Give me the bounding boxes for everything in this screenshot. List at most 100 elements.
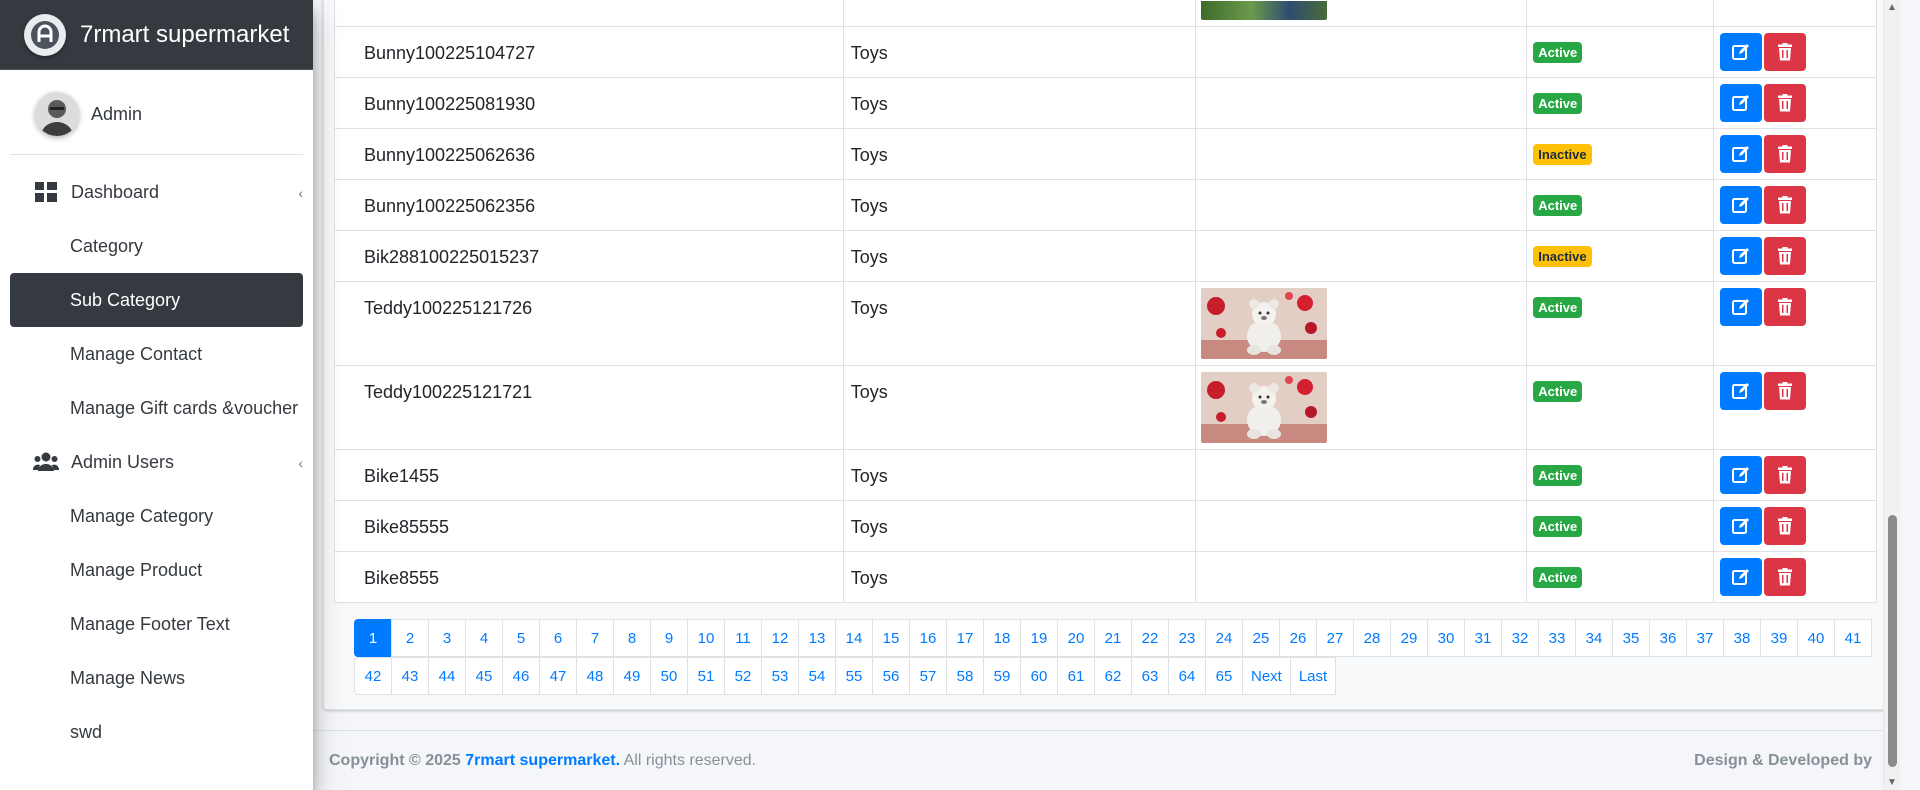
pagination-page-link[interactable]: 56 xyxy=(872,657,910,695)
status-badge[interactable]: Active xyxy=(1533,381,1583,402)
pagination-page-link[interactable]: 55 xyxy=(835,657,873,695)
edit-button[interactable] xyxy=(1720,456,1763,494)
pagination-page-link[interactable]: 13 xyxy=(798,619,836,657)
edit-button[interactable] xyxy=(1720,372,1763,410)
pagination-page-link[interactable]: 28 xyxy=(1353,619,1391,657)
pagination-page-link[interactable]: 9 xyxy=(650,619,688,657)
pagination-page-link[interactable]: 39 xyxy=(1760,619,1798,657)
pagination-page-link[interactable]: 6 xyxy=(539,619,577,657)
sidebar-item-manage-product[interactable]: Manage Product xyxy=(10,543,303,597)
delete-button[interactable] xyxy=(1764,372,1807,410)
delete-button[interactable] xyxy=(1764,84,1807,122)
pagination-page-link[interactable]: 38 xyxy=(1723,619,1761,657)
status-badge[interactable]: Inactive xyxy=(1533,144,1592,165)
brand-link[interactable]: 7rmart supermarket xyxy=(0,0,313,70)
delete-button[interactable] xyxy=(1764,135,1807,173)
pagination-page-link[interactable]: 21 xyxy=(1094,619,1132,657)
delete-button[interactable] xyxy=(1764,33,1807,71)
edit-button[interactable] xyxy=(1720,237,1763,275)
pagination-page-link[interactable]: 10 xyxy=(687,619,725,657)
pagination-page-link[interactable]: 16 xyxy=(909,619,947,657)
pagination-page-link[interactable]: 5 xyxy=(502,619,540,657)
sidebar-item-category[interactable]: Category xyxy=(10,219,303,273)
pagination-page-link[interactable]: 46 xyxy=(502,657,540,695)
edit-button[interactable] xyxy=(1720,135,1763,173)
pagination-page-link[interactable]: 23 xyxy=(1168,619,1206,657)
delete-button[interactable] xyxy=(1764,288,1807,326)
pagination-page-link[interactable]: 63 xyxy=(1131,657,1169,695)
pagination-page-link[interactable]: 12 xyxy=(761,619,799,657)
pagination-page-link[interactable]: 53 xyxy=(761,657,799,695)
edit-button[interactable] xyxy=(1720,33,1763,71)
sidebar-item-manage-category[interactable]: Manage Category xyxy=(10,489,303,543)
status-badge[interactable]: Active xyxy=(1533,93,1583,114)
pagination-page-link[interactable]: 40 xyxy=(1797,619,1835,657)
delete-button[interactable] xyxy=(1764,186,1807,224)
vertical-scrollbar[interactable]: ▲ ▼ xyxy=(1883,0,1900,790)
pagination-page-link[interactable]: 11 xyxy=(724,619,762,657)
pagination-page-link[interactable]: 26 xyxy=(1279,619,1317,657)
sidebar-item-dashboard[interactable]: Dashboard ‹ xyxy=(10,165,303,219)
pagination-page-link[interactable]: 44 xyxy=(428,657,466,695)
pagination-page-link[interactable]: 31 xyxy=(1464,619,1502,657)
pagination-page-link[interactable]: 22 xyxy=(1131,619,1169,657)
pagination-page-link[interactable]: 8 xyxy=(613,619,651,657)
pagination-page-link[interactable]: 59 xyxy=(983,657,1021,695)
pagination-page-link[interactable]: 30 xyxy=(1427,619,1465,657)
pagination-page-link[interactable]: 19 xyxy=(1020,619,1058,657)
scroll-down-icon[interactable]: ▼ xyxy=(1887,777,1897,788)
pagination-page-link[interactable]: 7 xyxy=(576,619,614,657)
sidebar-item-manage-contact[interactable]: Manage Contact xyxy=(10,327,303,381)
sidebar-item-manage-gift-cards[interactable]: Manage Gift cards &voucher xyxy=(10,381,303,435)
pagination-page-link[interactable]: 64 xyxy=(1168,657,1206,695)
pagination-page-link[interactable]: 42 xyxy=(354,657,392,695)
user-panel[interactable]: Admin xyxy=(10,70,303,155)
footer-brand-link[interactable]: 7rmart supermarket. xyxy=(465,752,620,769)
pagination-page-link[interactable]: 24 xyxy=(1205,619,1243,657)
pagination-page-link[interactable]: 25 xyxy=(1242,619,1280,657)
delete-button[interactable] xyxy=(1764,237,1807,275)
pagination-page-link[interactable]: 14 xyxy=(835,619,873,657)
pagination-page-link[interactable]: 61 xyxy=(1057,657,1095,695)
status-badge[interactable]: Active xyxy=(1533,567,1583,588)
delete-button[interactable] xyxy=(1764,558,1807,596)
pagination-page-link[interactable]: 15 xyxy=(872,619,910,657)
pagination-page-link[interactable]: 49 xyxy=(613,657,651,695)
pagination-page-link[interactable]: 43 xyxy=(391,657,429,695)
pagination-page-link[interactable]: 47 xyxy=(539,657,577,695)
pagination-page-link[interactable]: 54 xyxy=(798,657,836,695)
pagination-page-link[interactable]: 65 xyxy=(1205,657,1243,695)
delete-button[interactable] xyxy=(1764,507,1807,545)
pagination-page-link[interactable]: 36 xyxy=(1649,619,1687,657)
pagination-page-link[interactable]: 32 xyxy=(1501,619,1539,657)
edit-button[interactable] xyxy=(1720,288,1763,326)
pagination-page-link[interactable]: 17 xyxy=(946,619,984,657)
scrollbar-thumb[interactable] xyxy=(1888,515,1897,767)
pagination-page-link[interactable]: 57 xyxy=(909,657,947,695)
pagination-page-link[interactable]: 3 xyxy=(428,619,466,657)
pagination-last-link[interactable]: Last xyxy=(1289,657,1337,695)
pagination-page-link[interactable]: 62 xyxy=(1094,657,1132,695)
status-badge[interactable]: Inactive xyxy=(1533,246,1592,267)
pagination-next-link[interactable]: Next xyxy=(1242,657,1291,695)
pagination-page-link[interactable]: 18 xyxy=(983,619,1021,657)
edit-button[interactable] xyxy=(1720,507,1763,545)
sidebar-item-swd[interactable]: swd xyxy=(10,705,303,759)
pagination-page-link[interactable]: 58 xyxy=(946,657,984,695)
pagination-page-link[interactable]: 4 xyxy=(465,619,503,657)
pagination-page-link[interactable]: 29 xyxy=(1390,619,1428,657)
pagination-page-link[interactable]: 41 xyxy=(1834,619,1872,657)
status-badge[interactable]: Active xyxy=(1533,195,1583,216)
pagination-page-link[interactable]: 60 xyxy=(1020,657,1058,695)
sidebar-item-manage-footer-text[interactable]: Manage Footer Text xyxy=(10,597,303,651)
status-badge[interactable]: Active xyxy=(1533,465,1583,486)
sidebar-item-sub-category[interactable]: Sub Category xyxy=(10,273,303,327)
sidebar-item-admin-users[interactable]: Admin Users ‹ xyxy=(10,435,303,489)
edit-button[interactable] xyxy=(1720,84,1763,122)
pagination-page-link[interactable]: 51 xyxy=(687,657,725,695)
pagination-page-link[interactable]: 50 xyxy=(650,657,688,695)
scroll-up-icon[interactable]: ▲ xyxy=(1887,2,1897,13)
pagination-page-link[interactable]: 52 xyxy=(724,657,762,695)
pagination-page-link[interactable]: 1 xyxy=(354,619,392,657)
sidebar-item-manage-news[interactable]: Manage News xyxy=(10,651,303,705)
